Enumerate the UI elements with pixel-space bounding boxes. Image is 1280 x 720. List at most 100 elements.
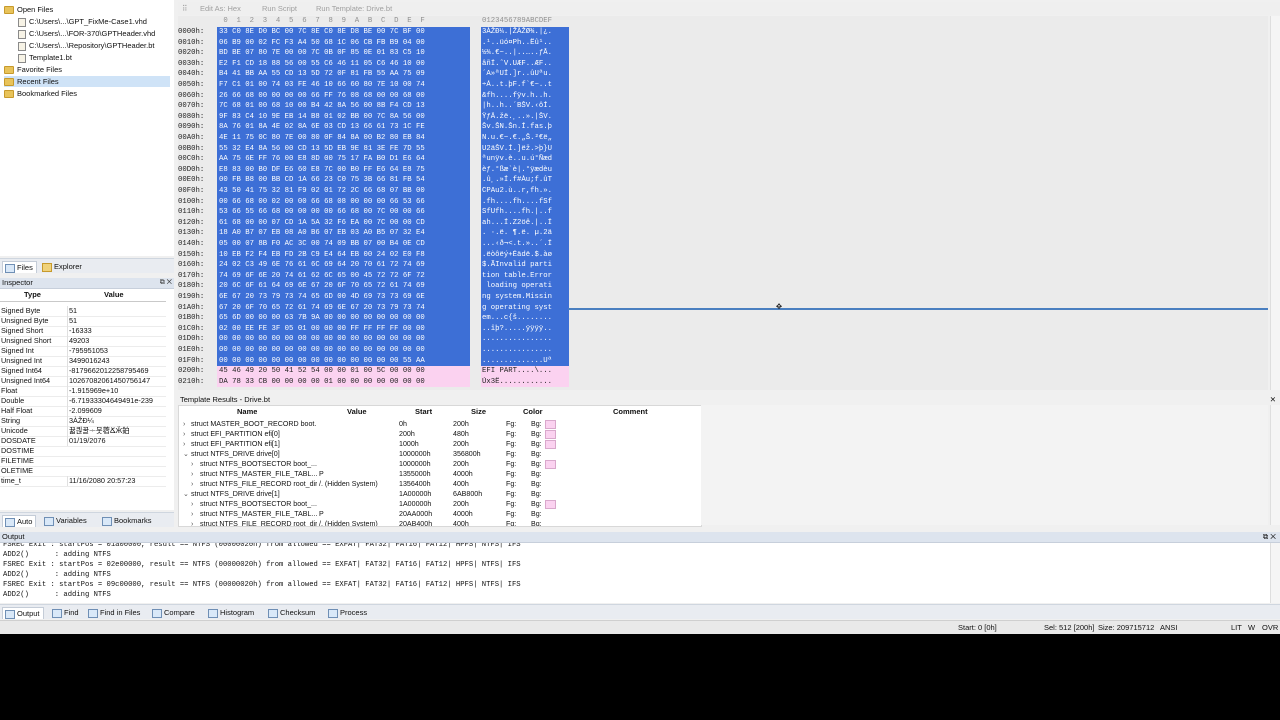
hex-ascii[interactable]: Úx3Ë............ [481,376,569,388]
tab-variables[interactable]: Variables [42,515,90,526]
template-row[interactable]: ⌄ struct NTFS_DRIVE drive[0] 1000000h 35680… [179,449,701,459]
hex-bytes[interactable]: 74 69 6F 6E 20 74 61 62 6C 65 00 45 72 7… [217,270,470,282]
status-endian[interactable]: LIT [1231,621,1242,634]
col-comment[interactable]: Comment [613,406,648,417]
expand-arrow-icon[interactable]: › [191,469,193,479]
hex-ascii[interactable]: &fh....fÿv.h..h. [481,90,569,102]
hex-row[interactable]: 0030h: E2 F1 CD 18 88 56 00 55 C6 46 11 0… [178,58,578,70]
hex-ascii[interactable]: tion table.Error [481,270,569,282]
run-script-button[interactable]: Run Script [262,2,297,15]
tab-process[interactable]: Process [326,607,370,618]
hex-ascii[interactable]: ..............Uª [481,355,569,367]
expand-arrow-icon[interactable]: › [183,419,185,429]
col-size[interactable]: Size [471,406,486,417]
hex-scrollbar[interactable] [1270,16,1280,390]
hex-row[interactable]: 00F0h: 43 50 41 75 32 81 F9 02 01 72 2C 6… [178,186,578,197]
color-swatch[interactable] [545,420,556,429]
hex-bytes[interactable]: 00 00 00 00 00 00 00 00 00 00 00 00 00 0… [217,355,470,367]
template-row[interactable]: › struct NTFS_FILE_RECORD root_dir/. (Hid… [179,479,701,489]
file-tree-item[interactable]: Favorite Files [4,64,170,75]
template-row[interactable]: › struct MASTER_BOOT_RECORD boot... 0h 200h… [179,419,701,429]
hex-ascii[interactable]: SfUfh....fh.|..f [481,207,569,218]
hex-ascii[interactable]: N.u.€~.€.„Š.²€ë„ [481,133,569,144]
hex-bytes[interactable]: 6E 67 20 73 79 73 74 65 6D 00 4D 69 73 7… [217,292,470,303]
hex-ascii[interactable]: ..îþ?.....ÿÿÿÿ.. [481,323,569,335]
hex-row[interactable]: 01C0h: 02 00 EE FE 3F 05 01 00 00 00 FF F… [178,323,578,335]
hex-row[interactable]: 0180h: 20 6C 6F 61 64 69 6E 67 20 6F 70 6… [178,281,578,292]
hex-row[interactable]: 01E0h: 00 00 00 00 00 00 00 00 00 00 00 0… [178,345,578,356]
hex-ascii[interactable]: EFI PART....\... [481,366,569,377]
hex-bytes[interactable]: 8A 76 01 8A 4E 02 8A 6E 03 CD 13 66 61 7… [217,122,470,133]
hex-bytes[interactable]: 7C 68 01 00 68 10 00 B4 42 8A 56 00 8B F… [217,101,470,112]
hex-row[interactable]: 0000h: 33 C0 8E D0 BC 00 7C 8E C0 8E D8 B… [178,27,578,38]
template-close-icon[interactable]: ✕ [1270,394,1276,405]
hex-view[interactable]: 0 1 2 3 4 5 6 7 8 9 A B C D E F 01234567… [178,16,1268,390]
hex-bytes[interactable]: 02 00 EE FE 3F 05 01 00 00 00 FF FF FF F… [217,323,470,335]
hex-row[interactable]: 0080h: 9F 83 C4 10 9E EB 14 B8 01 02 BB 0… [178,111,578,123]
output-scrollbar[interactable] [1270,543,1280,603]
hex-row[interactable]: 0190h: 6E 67 20 73 79 73 74 65 6D 00 4D 6… [178,292,578,303]
collapse-arrow-icon[interactable]: ⌄ [183,489,189,499]
hex-bytes[interactable]: 9F 83 C4 10 9E EB 14 B8 01 02 BB 00 7C 8… [217,111,470,123]
hex-bytes[interactable]: 43 50 41 75 32 81 F9 02 01 72 2C 66 68 0… [217,186,470,197]
template-scrollbar[interactable] [1270,405,1280,525]
status-overwrite[interactable]: OVR [1262,621,1278,634]
hex-ascii[interactable]: .fh....fh....fSf [481,196,569,208]
hex-bytes[interactable]: 05 00 07 8B F0 AC 3C 00 74 09 BB 07 00 B… [217,239,470,250]
hex-bytes[interactable]: 67 20 6F 70 65 72 61 74 69 6E 67 20 73 7… [217,302,470,314]
hex-ascii[interactable]: ªunÿv.è..u.ú°Ñæd [481,154,569,165]
template-row[interactable]: › struct EFI_PARTITION efi[1] 1000h 200h Fg:… [179,439,701,449]
hex-bytes[interactable]: 4E 11 75 0C 80 7E 00 80 0F 84 8A 00 B2 8… [217,133,470,144]
hex-ascii[interactable]: .ëòôëý+Éädë.$.àø [481,249,569,261]
hex-ascii[interactable]: ................ [481,345,569,356]
tab-explorer[interactable]: Explorer [40,261,85,272]
tab-find-in-files[interactable]: Find in Files [86,607,143,618]
hex-row[interactable]: 0130h: 18 A0 B7 07 EB 08 A0 B6 07 EB 03 A… [178,228,578,239]
hex-bytes[interactable]: 00 66 68 00 02 00 00 66 68 08 00 00 00 6… [217,196,470,208]
output-console[interactable]: FSREC Exit : startPos = 01a00000, result… [0,543,1270,603]
hex-bytes[interactable]: 65 6D 00 00 00 63 7B 9A 00 00 00 00 00 0… [217,313,470,324]
hex-ascii[interactable]: âñÍ.ˆV.UÆF..ÆF.. [481,58,569,70]
hex-bytes[interactable]: 10 EB F2 F4 EB FD 2B C9 E4 64 EB 00 24 0… [217,249,470,261]
hex-bytes[interactable]: 53 66 55 66 68 00 00 00 00 66 68 00 7C 0… [217,207,470,218]
inspector-row[interactable]: time_t 11/16/2080 20:57:23 [0,476,166,487]
template-row[interactable]: › struct NTFS_BOOTSECTOR boot_... 1A00000h… [179,499,701,509]
hex-ascii[interactable]: g operating syst [481,302,569,314]
col-color[interactable]: Color [523,406,543,417]
hex-bytes[interactable]: 18 A0 B7 07 EB 08 A0 B6 07 EB 03 A0 B5 0… [217,228,470,239]
expand-arrow-icon[interactable]: › [191,499,193,509]
hex-ascii[interactable]: . ·.ë. ¶.ë. µ.2ä [481,228,569,239]
color-swatch[interactable] [545,430,556,439]
tab-histogram[interactable]: Histogram [206,607,257,618]
hex-ascii[interactable]: ŸƒÄ.žë.¸..».|ŠV. [481,111,569,123]
file-tree-item[interactable]: Bookmarked Files [4,88,170,99]
hex-bytes[interactable]: AA 75 6E FF 76 00 E8 8D 00 75 17 FA B0 D… [217,154,470,165]
tab-checksum[interactable]: Checksum [266,607,318,618]
hex-ascii[interactable]: ½¾.€~..|..…..ƒÅ. [481,48,569,59]
status-width[interactable]: W [1248,621,1255,634]
hex-bytes[interactable]: DA 78 33 CB 00 00 00 00 01 00 00 00 00 0… [217,376,470,388]
expand-arrow-icon[interactable]: › [191,459,193,469]
hex-row[interactable]: 0150h: 10 EB F2 F4 EB FD 2B C9 E4 64 EB 0… [178,249,578,261]
hex-ascii[interactable]: CPAu2.ù..r,fh.». [481,186,569,197]
hex-row[interactable]: 0040h: B4 41 BB AA 55 CD 13 5D 72 0F 81 F… [178,69,578,80]
hex-ascii[interactable]: $.ÃInvalid parti [481,260,569,271]
template-row[interactable]: › struct NTFS_FILE_RECORD root_dir/. (Hid… [179,519,701,526]
hex-ascii[interactable]: 3ÀŽÐ¼.|ŽÀŽØ¾.|¿. [481,27,569,38]
tab-compare[interactable]: Compare [150,607,198,618]
expand-arrow-icon[interactable]: › [183,439,185,449]
hex-bytes[interactable]: 00 00 00 00 00 00 00 00 00 00 00 00 00 0… [217,345,470,356]
expand-arrow-icon[interactable]: › [183,429,185,439]
hex-row[interactable]: 00B0h: 55 32 E4 8A 56 00 CD 13 5D EB 9E 8… [178,143,578,155]
tab-bookmarks[interactable]: Bookmarks [100,515,155,526]
hex-row[interactable]: 0060h: 26 66 68 00 00 00 00 66 FF 76 08 6… [178,90,578,102]
hex-row[interactable]: 01B0h: 65 6D 00 00 00 63 7B 9A 00 00 00 0… [178,313,578,324]
hex-bytes[interactable]: 33 C0 8E D0 BC 00 7C 8E C0 8E D8 BE 00 7… [217,27,470,38]
hex-ascii[interactable]: ng system.Missin [481,292,569,303]
hex-bytes[interactable]: 61 68 00 00 07 CD 1A 5A 32 F6 EA 00 7C 0… [217,217,470,229]
hex-row[interactable]: 0170h: 74 69 6F 6E 20 74 61 62 6C 65 00 4… [178,270,578,282]
template-row[interactable]: › struct NTFS_BOOTSECTOR boot_... 1000000h… [179,459,701,469]
hex-row[interactable]: 01D0h: 00 00 00 00 00 00 00 00 00 00 00 0… [178,334,578,345]
hex-row[interactable]: 00C0h: AA 75 6E FF 76 00 E8 8D 00 75 17 F… [178,154,578,165]
hex-bytes[interactable]: 26 66 68 00 00 00 00 66 FF 76 08 68 00 0… [217,90,470,102]
